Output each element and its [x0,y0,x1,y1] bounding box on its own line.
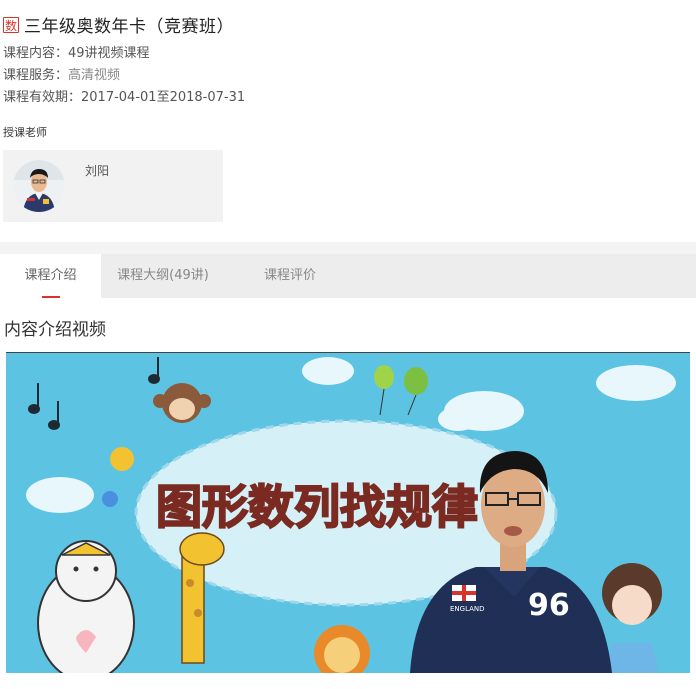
course-validity-line: 课程有效期：2017-04-01至2018-07-31 [3,86,245,105]
course-content-label: 课程内容： [3,46,69,61]
intro-video-player[interactable]: 图形数列找规律 ENGLAND 96 [6,352,690,673]
tab-course-intro[interactable]: 课程介绍 [0,254,101,298]
course-tabs: 课程介绍 课程大纲(49讲) 课程评价 [0,254,696,298]
course-service-value: 高清视频 [68,68,121,83]
tab-course-outline-label: 课程大纲(49讲) [117,268,209,283]
active-tab-indicator [41,296,60,298]
teacher-card[interactable]: 刘阳 [3,150,223,222]
course-content-value: 49讲视频课程 [68,46,150,61]
teacher-avatar[interactable] [13,160,65,212]
tab-course-reviews[interactable]: 课程评价 [245,254,335,298]
course-validity-value: 2017-04-01至2018-07-31 [81,90,246,105]
section-divider [0,242,696,254]
video-frame-image: 图形数列找规律 ENGLAND 96 [6,353,690,673]
tab-course-intro-label: 课程介绍 [24,268,77,283]
teacher-section-label: 授课老师 [3,126,47,139]
teacher-avatar-image [13,160,65,212]
course-service-line: 课程服务：高清视频 [3,64,120,83]
teacher-name[interactable]: 刘阳 [85,162,109,179]
video-shirt-text: ENGLAND [450,605,485,613]
course-content-line: 课程内容：49讲视频课程 [3,42,150,61]
math-badge-icon: 数 [3,16,19,33]
course-title: 三年级奥数年卡（竞赛班） [24,17,234,37]
course-validity-label: 课程有效期： [3,90,82,105]
course-title-row: 数 三年级奥数年卡（竞赛班） [3,12,234,37]
video-shirt-number: 96 [528,588,570,623]
tab-course-outline[interactable]: 课程大纲(49讲) [101,254,225,298]
intro-video-heading: 内容介绍视频 [4,320,106,340]
tab-course-reviews-label: 课程评价 [263,268,316,283]
course-service-label: 课程服务： [3,68,69,83]
video-banner-text: 图形数列找规律 [156,480,478,534]
